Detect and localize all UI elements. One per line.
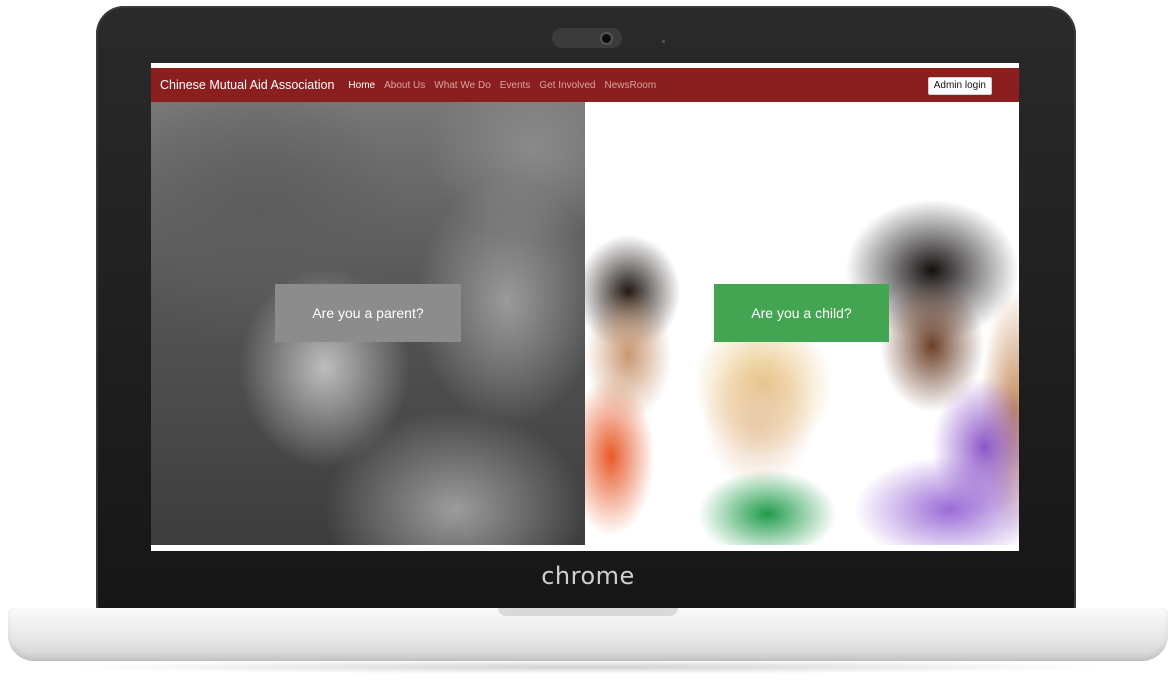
laptop-hinge-notch: [498, 608, 678, 616]
child-cta-button[interactable]: Are you a child?: [714, 284, 889, 342]
camera-indicator-light: [662, 40, 665, 43]
parent-cta-button[interactable]: Are you a parent?: [275, 284, 461, 342]
child-panel[interactable]: Are you a child?: [585, 102, 1019, 545]
webcam-icon: [602, 34, 611, 43]
laptop-shadow: [60, 660, 1116, 674]
nav-item-what-we-do[interactable]: What We Do: [434, 80, 491, 91]
nav-item-events[interactable]: Events: [500, 80, 531, 91]
chrome-logo-text: chrome: [541, 562, 635, 590]
laptop-screen: Chinese Mutual Aid Association Home Abou…: [151, 63, 1019, 551]
admin-login-button[interactable]: Admin login: [927, 77, 992, 95]
nav-item-get-involved[interactable]: Get Involved: [539, 80, 595, 91]
top-navbar: Chinese Mutual Aid Association Home Abou…: [151, 68, 1019, 102]
webcam-housing: [552, 28, 622, 48]
nav-item-newsroom[interactable]: NewsRoom: [604, 80, 656, 91]
navbar-brand-link[interactable]: Chinese Mutual Aid Association: [160, 78, 334, 92]
nav-item-home[interactable]: Home: [348, 80, 375, 91]
hero-split: Are you a parent? Are you a child?: [151, 102, 1019, 545]
nav-links: Home About Us What We Do Events Get Invo…: [348, 80, 665, 91]
parent-panel[interactable]: Are you a parent?: [151, 102, 585, 545]
nav-item-about-us[interactable]: About Us: [384, 80, 425, 91]
